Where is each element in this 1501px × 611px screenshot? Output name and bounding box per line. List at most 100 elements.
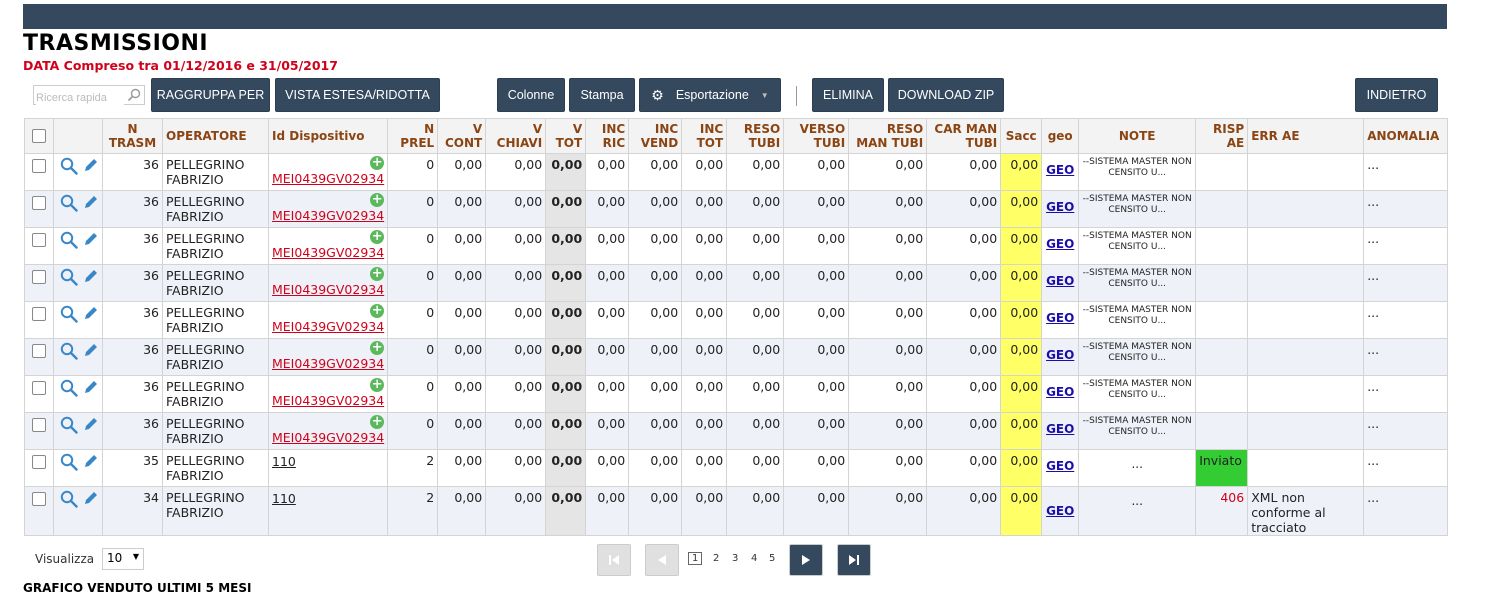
device-link[interactable]: MEI0439GV02934: [272, 392, 384, 408]
device-link[interactable]: MEI0439GV02934: [272, 429, 384, 445]
row-checkbox[interactable]: [32, 418, 46, 432]
device-link[interactable]: MEI0439GV02934: [272, 355, 384, 371]
view-icon[interactable]: [60, 157, 78, 178]
row-select-cell[interactable]: [24, 375, 54, 413]
vista-button[interactable]: VISTA ESTESA/RIDOTTA: [275, 78, 440, 112]
download-zip-button[interactable]: DOWNLOAD ZIP: [888, 78, 1004, 112]
next-page-button[interactable]: [789, 544, 823, 576]
col-sacc[interactable]: Sacc: [1000, 118, 1043, 154]
row-checkbox[interactable]: [32, 159, 46, 173]
add-icon[interactable]: +: [370, 304, 385, 318]
col-n-prel[interactable]: N PREL: [387, 118, 439, 154]
col-anomalia[interactable]: ANOMALIA: [1363, 118, 1449, 154]
raggruppa-button[interactable]: RAGGRUPPA PER: [151, 78, 270, 112]
geo-link[interactable]: GEO: [1045, 311, 1075, 326]
device-link[interactable]: MEI0439GV02934: [272, 207, 384, 223]
edit-icon[interactable]: [83, 490, 99, 511]
row-select-cell[interactable]: [24, 486, 54, 536]
table-row[interactable]: 36 PELLEGRINO FABRIZIO + MEI0439GV02934 0…: [24, 375, 1449, 413]
col-n-trasm[interactable]: N TRASM: [102, 118, 163, 154]
col-reso-tubi[interactable]: RESO TUBI: [726, 118, 785, 154]
geo-link[interactable]: GEO: [1045, 348, 1075, 363]
note-cell[interactable]: --SISTEMA MASTER NON CENSITO U...: [1078, 153, 1197, 191]
col-note[interactable]: NOTE: [1078, 118, 1197, 154]
row-select-cell[interactable]: [24, 227, 54, 265]
edit-icon[interactable]: [83, 379, 99, 400]
view-icon[interactable]: [60, 342, 78, 363]
page-2-link[interactable]: 2: [713, 553, 719, 564]
col-risp-ae[interactable]: RISP AE: [1195, 118, 1249, 154]
note-cell[interactable]: ...: [1078, 449, 1197, 487]
edit-icon[interactable]: [83, 157, 99, 178]
geo-link[interactable]: GEO: [1045, 163, 1075, 178]
edit-icon[interactable]: [83, 416, 99, 437]
col-verso-tubi[interactable]: VERSO TUBI: [783, 118, 850, 154]
anomalia-cell[interactable]: ...: [1363, 227, 1449, 265]
add-icon[interactable]: +: [370, 415, 385, 429]
device-link[interactable]: MEI0439GV02934: [272, 170, 384, 186]
row-select-cell[interactable]: [24, 301, 54, 339]
table-row[interactable]: 36 PELLEGRINO FABRIZIO + MEI0439GV02934 0…: [24, 301, 1449, 339]
add-icon[interactable]: +: [370, 156, 385, 170]
row-select-cell[interactable]: [24, 449, 54, 487]
anomalia-cell[interactable]: ...: [1363, 375, 1449, 413]
edit-icon[interactable]: [83, 453, 99, 474]
note-cell[interactable]: --SISTEMA MASTER NON CENSITO U...: [1078, 301, 1197, 339]
add-icon[interactable]: +: [370, 230, 385, 244]
col-geo[interactable]: geo: [1041, 118, 1080, 154]
view-icon[interactable]: [60, 268, 78, 289]
first-page-button[interactable]: [597, 544, 631, 576]
table-row[interactable]: 35 PELLEGRINO FABRIZIO 110 2 0,00 0,00 0…: [24, 449, 1449, 487]
device-link[interactable]: 110: [272, 453, 384, 469]
col-err-ae[interactable]: ERR AE: [1247, 118, 1365, 154]
add-icon[interactable]: +: [370, 341, 385, 355]
anomalia-cell[interactable]: ...: [1363, 190, 1449, 228]
geo-link[interactable]: GEO: [1045, 237, 1075, 252]
page-size-select[interactable]: 10 ▼: [102, 548, 144, 570]
row-checkbox[interactable]: [32, 233, 46, 247]
note-cell[interactable]: --SISTEMA MASTER NON CENSITO U...: [1078, 412, 1197, 450]
prev-page-button[interactable]: [645, 544, 679, 576]
geo-link[interactable]: GEO: [1045, 200, 1075, 215]
anomalia-cell[interactable]: ...: [1363, 264, 1449, 302]
add-icon[interactable]: +: [370, 193, 385, 207]
table-row[interactable]: 36 PELLEGRINO FABRIZIO + MEI0439GV02934 0…: [24, 264, 1449, 302]
table-row[interactable]: 36 PELLEGRINO FABRIZIO + MEI0439GV02934 0…: [24, 190, 1449, 228]
anomalia-cell[interactable]: ...: [1363, 153, 1449, 191]
table-row[interactable]: 34 PELLEGRINO FABRIZIO 110 2 0,00 0,00 0…: [24, 486, 1449, 536]
col-car-man-tubi[interactable]: CAR MAN TUBI: [926, 118, 1002, 154]
indietro-button[interactable]: INDIETRO: [1355, 78, 1438, 112]
table-row[interactable]: 36 PELLEGRINO FABRIZIO + MEI0439GV02934 0…: [24, 227, 1449, 265]
col-reso-man-tubi[interactable]: RESO MAN TUBI: [848, 118, 928, 154]
geo-link[interactable]: GEO: [1045, 459, 1075, 474]
view-icon[interactable]: [60, 305, 78, 326]
anomalia-cell[interactable]: ...: [1363, 338, 1449, 376]
table-row[interactable]: 36 PELLEGRINO FABRIZIO + MEI0439GV02934 0…: [24, 153, 1449, 191]
note-cell[interactable]: --SISTEMA MASTER NON CENSITO U...: [1078, 375, 1197, 413]
anomalia-cell[interactable]: ...: [1363, 449, 1449, 487]
row-checkbox[interactable]: [32, 270, 46, 284]
row-checkbox[interactable]: [32, 492, 46, 506]
stampa-button[interactable]: Stampa: [569, 78, 635, 112]
col-v-tot[interactable]: V TOT: [545, 118, 587, 154]
col-inc-ric[interactable]: INC RIC: [585, 118, 630, 154]
anomalia-cell[interactable]: ...: [1363, 301, 1449, 339]
note-cell[interactable]: --SISTEMA MASTER NON CENSITO U...: [1078, 190, 1197, 228]
device-link[interactable]: MEI0439GV02934: [272, 244, 384, 260]
geo-link[interactable]: GEO: [1045, 274, 1075, 289]
add-icon[interactable]: +: [370, 267, 385, 281]
col-v-cont[interactable]: V CONT: [437, 118, 487, 154]
esportazione-button[interactable]: ⚙ Esportazione ▼: [639, 78, 781, 112]
elimina-button[interactable]: ELIMINA: [812, 78, 884, 112]
edit-icon[interactable]: [83, 305, 99, 326]
col-v-chiavi[interactable]: V CHIAVI: [485, 118, 547, 154]
geo-link[interactable]: GEO: [1045, 504, 1075, 519]
quick-search[interactable]: [33, 85, 145, 106]
view-icon[interactable]: [60, 490, 78, 511]
last-page-button[interactable]: [837, 544, 871, 576]
anomalia-cell[interactable]: ...: [1363, 486, 1449, 536]
row-checkbox[interactable]: [32, 307, 46, 321]
col-inc-tot[interactable]: INC TOT: [681, 118, 728, 154]
device-link[interactable]: MEI0439GV02934: [272, 281, 384, 297]
search-input[interactable]: [36, 90, 124, 106]
